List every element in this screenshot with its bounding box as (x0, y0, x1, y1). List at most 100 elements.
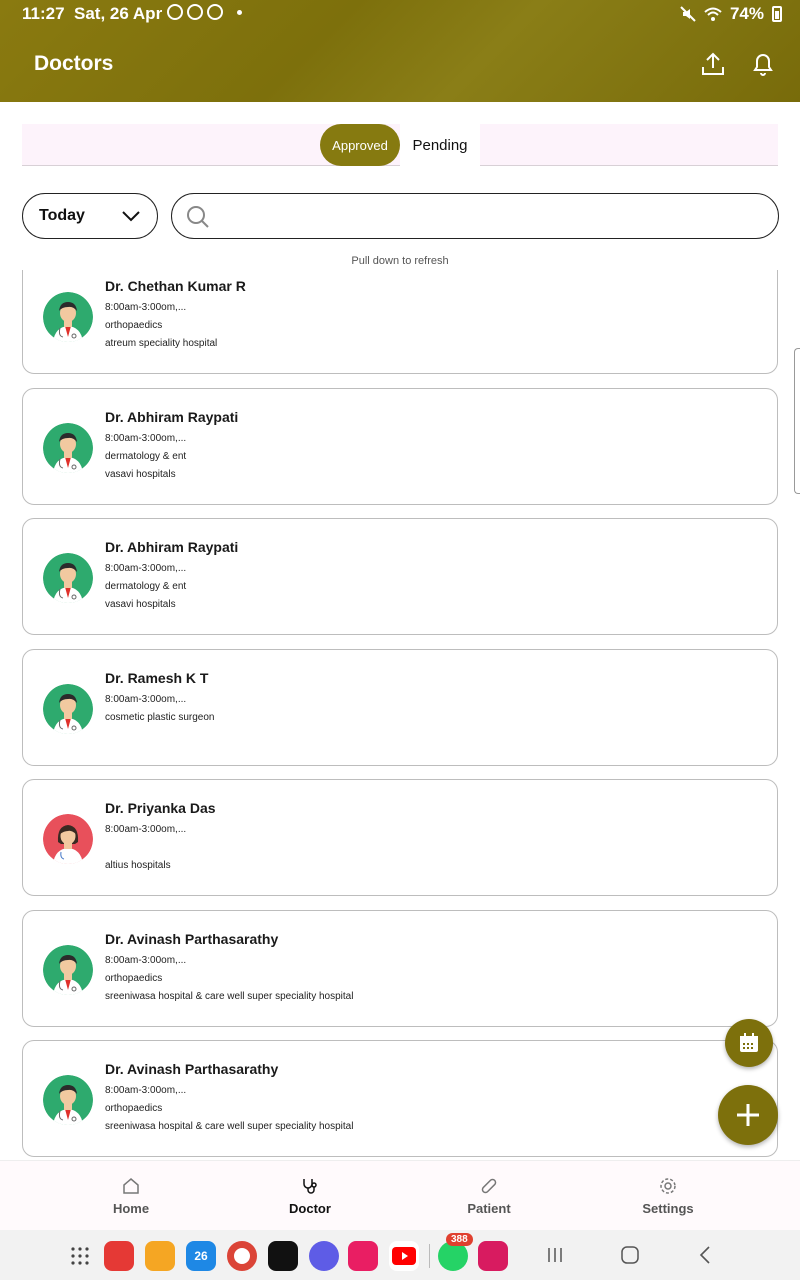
chrome-app-icon[interactable] (227, 1241, 257, 1271)
doctor-hospital (105, 730, 215, 742)
tab-pending[interactable]: Pending (400, 124, 480, 166)
search-input[interactable] (222, 202, 762, 230)
doctor-name: Dr. Avinash Parthasarathy (105, 930, 279, 947)
internet-app-icon[interactable] (309, 1241, 339, 1271)
notifications-button[interactable] (747, 48, 779, 80)
doctor-card[interactable]: Dr. Avinash Parthasarathy 8:00am-3:00om,.… (22, 909, 778, 1027)
app-notification-icon (187, 4, 203, 20)
youtube-icon (392, 1247, 416, 1265)
tab-approved[interactable]: Approved (320, 124, 400, 166)
chevron-down-icon (122, 211, 140, 222)
gear-icon (660, 1177, 676, 1194)
stethoscope-icon (303, 1178, 317, 1194)
doctor-info: Dr. Ramesh K T 8:00am-3:00om,... cosmetic … (105, 670, 215, 742)
calendar-button[interactable] (725, 1019, 773, 1067)
male-doctor-avatar (43, 944, 93, 995)
doctor-timing: 8:00am-3:00om,... (105, 432, 187, 444)
battery-percent: 74% (729, 4, 764, 23)
app-notification-icon (207, 4, 223, 20)
calendar-app-day: 26 (194, 1249, 208, 1263)
plus-icon (737, 1104, 759, 1126)
nav-home[interactable]: Home (31, 1161, 231, 1231)
notification-icons (167, 4, 242, 20)
doctor-list[interactable]: Dr. Chethan Kumar R 8:00am-3:00om,... orth… (0, 270, 800, 1160)
screen-recorder-app-icon[interactable] (348, 1241, 378, 1271)
doctor-name: Dr. Abhiram Raypati (105, 539, 239, 555)
female-doctor-avatar (43, 814, 93, 864)
status-bar: 11:27 Sat, 26 Apr 74% (0, 0, 800, 26)
doctor-timing: 8:00am-3:00om,... (105, 824, 187, 835)
notes-app-icon[interactable] (104, 1241, 134, 1271)
doctor-info: Dr. Avinash Parthasarathy 8:00am-3:00om,.… (105, 931, 353, 1003)
search-box[interactable] (171, 193, 779, 239)
whatsapp-notification-icon (167, 4, 183, 20)
dock-divider (429, 1244, 430, 1268)
add-doctor-button[interactable] (718, 1085, 778, 1145)
youtube-app-icon[interactable] (389, 1241, 419, 1271)
doctor-name: Dr. Ramesh K T (105, 669, 209, 686)
app-drawer-icon[interactable] (70, 1246, 90, 1266)
status-right: 74% (680, 4, 782, 24)
recent-apps-icon[interactable] (546, 1246, 564, 1264)
doctor-card[interactable]: Dr. Priyanka Das 8:00am-3:00om,... altius … (22, 779, 778, 896)
doctor-info: Dr. Priyanka Das 8:00am-3:00om,... altius … (105, 800, 216, 872)
status-time: 11:27 (22, 4, 65, 23)
nav-patient[interactable]: Patient (389, 1161, 589, 1231)
export-button[interactable] (697, 48, 729, 80)
doctor-specialty: dermatology & ent (105, 581, 187, 592)
doctor-specialty: dermatology & ent (105, 450, 187, 462)
nav-doctor[interactable]: Doctor (210, 1161, 410, 1231)
doctor-card[interactable]: Dr. Avinash Parthasarathy 8:00am-3:00om,.… (22, 1040, 778, 1157)
nav-patient-label: Patient (467, 1200, 511, 1216)
male-doctor-avatar (43, 422, 93, 473)
gallery-app-icon[interactable] (478, 1241, 508, 1271)
wifi-icon (704, 7, 722, 21)
doctor-info: Dr. Abhiram Raypati 8:00am-3:00om,... derm… (105, 539, 238, 611)
doctor-name: Dr. Priyanka Das (105, 800, 216, 816)
doctor-specialty: orthopaedics (105, 320, 163, 331)
doctor-card[interactable]: Dr. Ramesh K T 8:00am-3:00om,... cosmetic … (22, 648, 778, 766)
doctor-hospital: atreum speciality hospital (105, 338, 218, 349)
doctor-name: Dr. Avinash Parthasarathy (105, 1061, 279, 1077)
mute-icon (680, 6, 696, 22)
doctor-specialty: cosmetic plastic surgeon (105, 711, 215, 723)
bell-icon (753, 54, 773, 76)
page-title: Doctors (34, 52, 114, 75)
doctor-hospital: sreeniwasa hospital & care well super sp… (105, 1121, 354, 1132)
male-doctor-avatar (43, 1075, 93, 1125)
pull-to-refresh-hint: Pull down to refresh (351, 255, 449, 267)
male-doctor-avatar (43, 553, 93, 603)
doctor-card[interactable]: Dr. Abhiram Raypati 8:00am-3:00om,... derm… (22, 387, 778, 505)
doctor-specialty: orthopaedics (105, 1103, 163, 1114)
doctor-hospital: vasavi hospitals (105, 468, 176, 480)
male-doctor-avatar (43, 683, 93, 734)
doctor-info: Dr. Chethan Kumar R 8:00am-3:00om,... orth… (105, 278, 246, 350)
doctor-hospital: sreeniwasa hospital & care well super sp… (105, 990, 354, 1002)
files-app-icon[interactable] (145, 1241, 175, 1271)
doctor-name: Dr. Abhiram Raypati (105, 408, 239, 425)
doctor-card[interactable]: Dr. Abhiram Raypati 8:00am-3:00om,... derm… (22, 518, 778, 635)
nav-doctor-label: Doctor (289, 1200, 331, 1216)
doctor-timing: 8:00am-3:00om,... (105, 693, 187, 705)
doctor-info: Dr. Abhiram Raypati 8:00am-3:00om,... derm… (105, 409, 238, 481)
home-icon (123, 1177, 139, 1194)
date-filter-value: Today (39, 207, 85, 224)
doctor-timing: 8:00am-3:00om,... (105, 302, 187, 313)
calendar-icon (740, 1033, 758, 1052)
doctor-timing: 8:00am-3:00om,... (105, 1085, 187, 1096)
back-icon[interactable] (698, 1245, 712, 1265)
search-icon (187, 206, 209, 228)
tradingview-app-icon[interactable] (268, 1241, 298, 1271)
date-filter-dropdown[interactable]: Today (22, 193, 158, 239)
home-system-icon[interactable] (621, 1246, 639, 1264)
upload-icon (702, 52, 724, 75)
calendar-app-icon[interactable]: 26 (186, 1241, 216, 1271)
doctor-hospital: vasavi hospitals (105, 599, 176, 610)
nav-settings[interactable]: Settings (568, 1161, 768, 1231)
nav-settings-label: Settings (642, 1200, 694, 1216)
system-navigation: 26 (0, 1230, 800, 1280)
doctor-card[interactable]: Dr. Chethan Kumar R 8:00am-3:00om,... orth… (22, 270, 778, 374)
more-notifications-icon (237, 9, 242, 15)
edge-panel-handle[interactable] (794, 348, 800, 494)
doctor-hospital: altius hospitals (105, 860, 171, 871)
